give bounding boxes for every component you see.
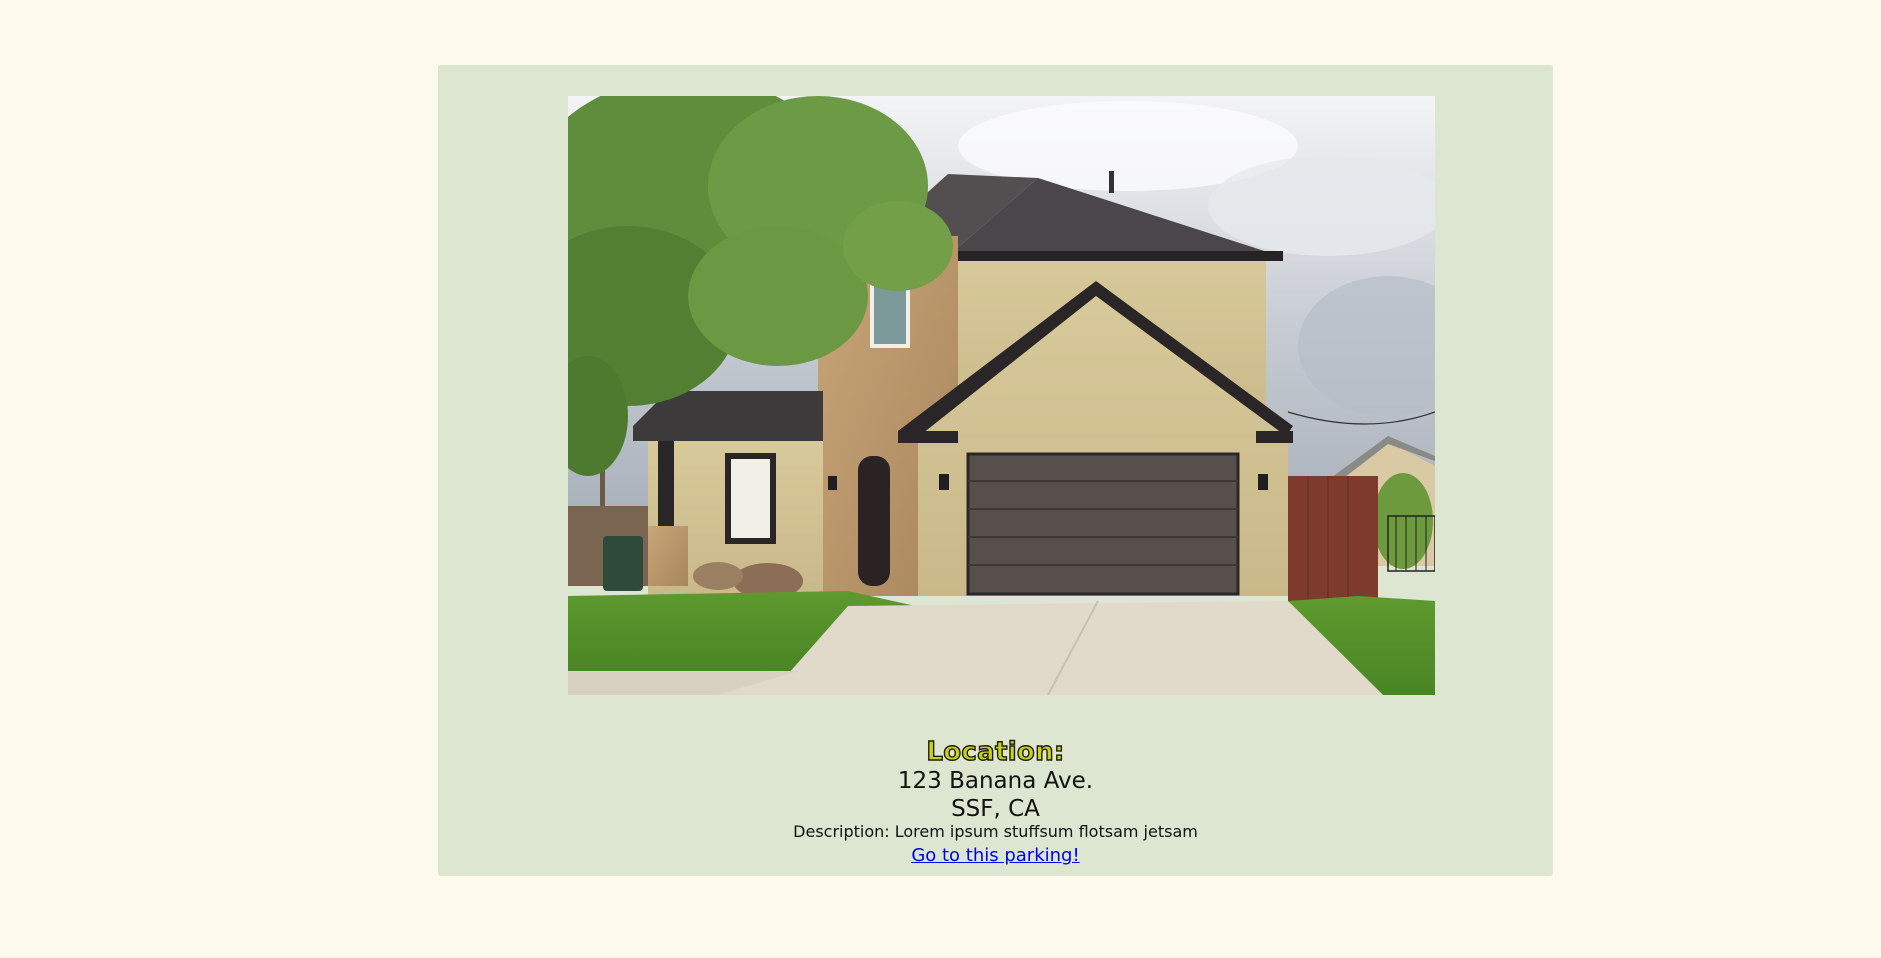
- go-to-parking-link[interactable]: Go to this parking!: [911, 845, 1079, 866]
- address-line-2: SSF, CA: [951, 796, 1040, 822]
- listing-photo: [568, 96, 1435, 695]
- listing-description: Description: Lorem ipsum stuffsum flotsa…: [793, 822, 1198, 841]
- parking-link-wrapper: Go to this parking!: [438, 845, 1553, 866]
- location-heading: Location:: [926, 736, 1065, 767]
- listing-card: Location: 123 Banana Ave. SSF, CA Descri…: [438, 65, 1553, 876]
- address-line-1: 123 Banana Ave.: [897, 768, 1094, 794]
